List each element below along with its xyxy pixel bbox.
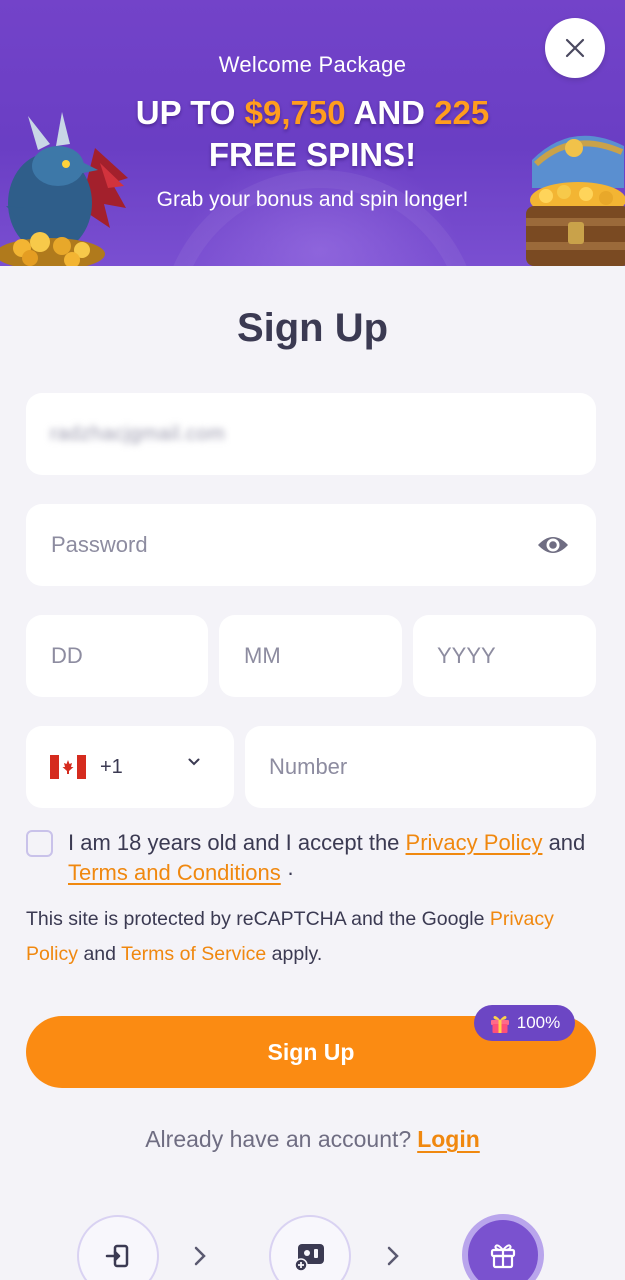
password-field[interactable]: Password [26,504,596,586]
birth-day-field[interactable]: DD [26,615,208,697]
canada-flag-icon [50,755,86,779]
consent-before: I am 18 years old and I accept the [68,830,406,855]
welcome-banner: Welcome Package UP TO $9,750 AND 225 FRE… [0,0,625,266]
already-text: Already have an account? [145,1126,412,1152]
recaptcha-before: This site is protected by reCAPTCHA and … [26,908,490,930]
step-bonus [462,1214,544,1280]
gift-icon [490,1016,509,1033]
add-game-icon [294,1244,324,1272]
bonus-percent: 100% [516,1013,561,1032]
month-placeholder: MM [244,643,281,668]
login-icon [105,1244,129,1268]
day-placeholder: DD [51,643,83,668]
step-deposit [269,1215,351,1280]
email-field[interactable]: radzhacjgmail.com [26,393,596,475]
headline-prefix: UP TO [135,94,245,131]
page-title: Sign Up [236,306,389,350]
gift-icon [490,1244,516,1269]
welcome-label: Welcome Package [218,52,407,77]
age-consent-checkbox[interactable] [26,830,53,857]
recaptcha-notice: This site is protected by reCAPTCHA and … [26,902,601,972]
year-placeholder: YYYY [437,643,496,668]
step-register [77,1215,159,1280]
bonus-badge: 100% [474,1005,575,1041]
password-placeholder: Password [51,532,148,557]
login-link[interactable]: Login [417,1126,480,1152]
sign-up-label: Sign Up [267,1038,355,1065]
headline-line2: FREE SPINS! [208,136,417,173]
banner-subline: Grab your bonus and spin longer! [156,188,469,211]
bonus-amount: $9,750 [244,94,346,131]
eye-icon[interactable] [536,533,570,557]
free-spins-count: 225 [434,94,490,131]
consent-text: I am 18 years old and I accept the Priva… [68,828,596,888]
privacy-policy-link[interactable]: Privacy Policy [406,830,543,855]
chevron-right-icon [194,1246,206,1266]
close-icon [565,38,585,58]
login-prompt: Already have an account? Login [0,1126,625,1153]
recaptcha-after: apply. [266,943,323,965]
consent-after: · [280,860,295,885]
headline-mid: AND [345,94,435,131]
chevron-right-icon [387,1246,399,1266]
email-value: radzhacjgmail.com [50,422,226,445]
google-terms-link[interactable]: Terms of Service [121,943,266,965]
country-code-select[interactable]: +1 [26,726,234,808]
chevron-down-icon [188,758,200,766]
terms-link[interactable]: Terms and Conditions [68,860,281,885]
birth-year-field[interactable]: YYYY [413,615,596,697]
phone-placeholder: Number [269,754,348,779]
consent-and: and [542,830,586,855]
age-consent: I am 18 years old and I accept the Priva… [26,828,596,888]
birth-month-field[interactable]: MM [219,615,402,697]
phone-number-field[interactable]: Number [245,726,596,808]
close-button[interactable] [545,18,605,78]
country-code-value: +1 [100,755,123,778]
bonus-headline: UP TO $9,750 AND 225 FREE SPINS! [0,92,625,176]
recaptcha-and: and [78,943,122,965]
